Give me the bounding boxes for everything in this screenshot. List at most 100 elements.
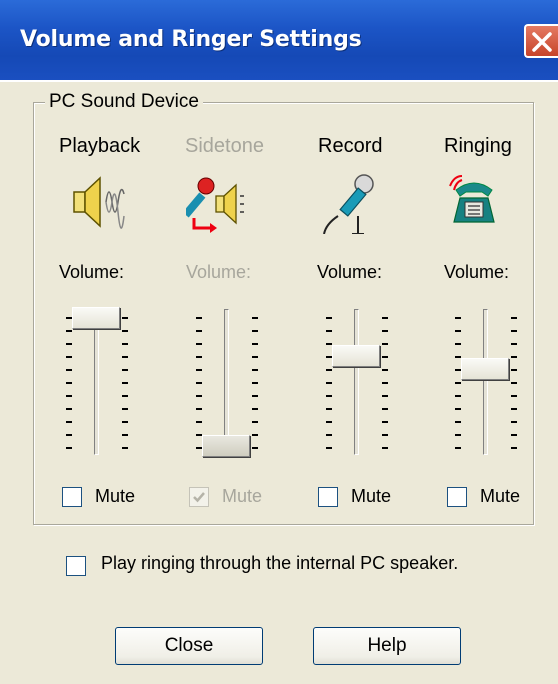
slider-tick: [252, 395, 258, 397]
slider-tick: [196, 421, 202, 423]
slider-tick: [196, 382, 202, 384]
mute-label-playback: Mute: [95, 486, 136, 506]
slider-tick: [455, 317, 461, 319]
mute-label-ringing: Mute: [480, 486, 521, 506]
group-legend: PC Sound Device: [45, 91, 203, 113]
sidetone-volume-slider: [192, 307, 262, 457]
slider-tick: [382, 395, 388, 397]
column-label-record: Record: [318, 135, 383, 157]
slider-tick: [196, 356, 202, 358]
slider-thumb[interactable]: [461, 358, 509, 380]
slider-tick: [511, 434, 517, 436]
slider-tick: [122, 382, 128, 384]
title-divider: [0, 80, 558, 82]
slider-tick: [196, 395, 202, 397]
mute-checkbox-record[interactable]: [318, 487, 338, 507]
slider-tick: [66, 434, 72, 436]
slider-tick: [252, 434, 258, 436]
slider-tick: [511, 356, 517, 358]
slider-ticks: [382, 317, 388, 449]
slider-track: [483, 309, 488, 455]
slider-tick: [66, 382, 72, 384]
slider-tick: [252, 356, 258, 358]
slider-tick: [382, 356, 388, 358]
slider-tick: [455, 421, 461, 423]
slider-tick: [455, 434, 461, 436]
slider-tick: [326, 395, 332, 397]
slider-tick: [196, 369, 202, 371]
slider-tick: [66, 447, 72, 449]
slider-tick: [252, 317, 258, 319]
ringing-volume-slider[interactable]: [451, 307, 521, 457]
slider-tick: [511, 408, 517, 410]
slider-tick: [252, 447, 258, 449]
slider-tick: [122, 330, 128, 332]
slider-tick: [455, 343, 461, 345]
slider-tick: [196, 343, 202, 345]
close-icon[interactable]: [524, 24, 558, 58]
slider-tick: [455, 395, 461, 397]
slider-track: [224, 309, 229, 455]
mute-checkbox-ringing[interactable]: [447, 487, 467, 507]
record-volume-slider[interactable]: [322, 307, 392, 457]
slider-tick: [511, 421, 517, 423]
column-label-sidetone: Sidetone: [185, 135, 264, 157]
slider-tick: [66, 395, 72, 397]
slider-tick: [326, 408, 332, 410]
mute-label-record: Mute: [351, 486, 392, 506]
slider-tick: [455, 382, 461, 384]
close-button[interactable]: Close: [115, 627, 263, 665]
slider-tick: [382, 343, 388, 345]
slider-tick: [382, 447, 388, 449]
slider-tick: [252, 421, 258, 423]
slider-tick: [382, 317, 388, 319]
slider-tick: [122, 434, 128, 436]
slider-tick: [382, 434, 388, 436]
slider-tick: [122, 395, 128, 397]
slider-tick: [382, 421, 388, 423]
internal-speaker-checkbox[interactable]: [66, 556, 86, 576]
slider-tick: [382, 408, 388, 410]
volume-label-ringing: Volume:: [444, 262, 510, 282]
internal-speaker-label: Play ringing through the internal PC spe…: [101, 553, 459, 573]
microphone-icon: [318, 172, 374, 235]
mute-checkbox-sidetone: [189, 487, 209, 507]
slider-tick: [66, 369, 72, 371]
slider-track: [354, 309, 359, 455]
slider-ticks: [511, 317, 517, 449]
telephone-icon: [444, 172, 498, 232]
slider-tick: [326, 447, 332, 449]
slider-tick: [455, 330, 461, 332]
slider-tick: [66, 330, 72, 332]
column-label-ringing: Ringing: [444, 135, 512, 157]
slider-tick: [66, 356, 72, 358]
slider-tick: [326, 382, 332, 384]
slider-thumb[interactable]: [72, 307, 120, 329]
slider-tick: [122, 356, 128, 358]
slider-tick: [252, 330, 258, 332]
playback-volume-slider[interactable]: [62, 307, 132, 457]
slider-tick: [511, 343, 517, 345]
slider-tick: [511, 382, 517, 384]
slider-ticks: [66, 317, 72, 449]
slider-tick: [326, 434, 332, 436]
slider-tick: [511, 330, 517, 332]
slider-tick: [122, 317, 128, 319]
slider-tick: [66, 408, 72, 410]
slider-tick: [326, 421, 332, 423]
column-label-playback: Playback: [59, 135, 141, 157]
slider-thumb[interactable]: [332, 345, 380, 367]
slider-track: [94, 309, 99, 455]
slider-ticks: [326, 317, 332, 449]
slider-tick: [326, 369, 332, 371]
slider-tick: [122, 343, 128, 345]
slider-tick: [122, 369, 128, 371]
slider-tick: [122, 408, 128, 410]
window-title: Volume and Ringer Settings: [20, 27, 362, 52]
slider-tick: [511, 317, 517, 319]
help-button[interactable]: Help: [313, 627, 461, 665]
mute-checkbox-playback[interactable]: [62, 487, 82, 507]
slider-ticks: [122, 317, 128, 449]
slider-tick: [252, 343, 258, 345]
microphone-to-speaker-icon: [182, 172, 244, 233]
